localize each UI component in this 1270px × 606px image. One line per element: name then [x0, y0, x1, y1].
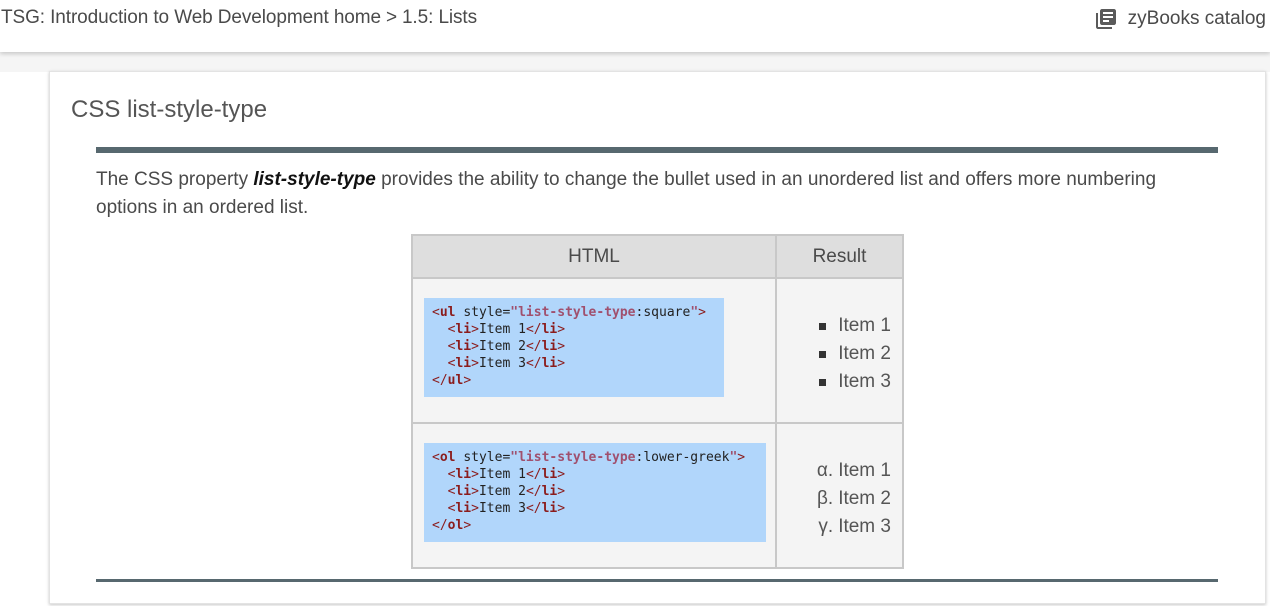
- square-list: Item 1 Item 2 Item 3: [778, 312, 901, 396]
- table-row: <ul style="list-style-type:square"> <li>…: [411, 277, 904, 424]
- list-item: Item 1: [778, 312, 901, 340]
- square-bullet-icon: [819, 350, 827, 358]
- list-marker: β.: [816, 488, 834, 509]
- greek-list: α. Item 1 β. Item 2 γ. Item 3: [778, 457, 901, 541]
- breadcrumb-current: 1.5: Lists: [401, 7, 478, 28]
- list-item: Item 3: [778, 368, 901, 396]
- html-code-cell: <ol style="list-style-type:lower-greek">…: [411, 422, 777, 569]
- html-code-cell: <ul style="list-style-type:square"> <li>…: [411, 277, 777, 424]
- list-marker: γ.: [818, 516, 834, 537]
- example-table: HTML Result <ul style="list-style-type:s…: [411, 234, 904, 569]
- section-title: CSS list-style-type: [71, 96, 268, 123]
- table-row: <ol style="list-style-type:lower-greek">…: [411, 422, 904, 569]
- breadcrumb-separator: >: [385, 7, 397, 28]
- bottom-divider: [96, 579, 1218, 582]
- code-block: <ol style="list-style-type:lower-greek">…: [424, 443, 766, 542]
- list-marker: α.: [816, 460, 834, 481]
- result-cell: Item 1 Item 2 Item 3: [775, 277, 904, 424]
- code-block: <ul style="list-style-type:square"> <li>…: [424, 298, 724, 397]
- list-item: Item 2: [778, 340, 901, 368]
- library-books-icon: [1094, 7, 1118, 31]
- keyword-list-style-type: list-style-type: [253, 169, 376, 190]
- column-header-html: HTML: [411, 234, 777, 279]
- list-item: α. Item 1: [778, 457, 901, 485]
- list-item: β. Item 2: [778, 485, 901, 513]
- content-card: CSS list-style-type The CSS property lis…: [49, 71, 1266, 604]
- top-divider: [96, 147, 1218, 153]
- top-bar: TSG: Introduction to Web Development hom…: [0, 0, 1270, 52]
- column-header-result: Result: [775, 234, 904, 279]
- result-cell: α. Item 1 β. Item 2 γ. Item 3: [775, 422, 904, 569]
- catalog-label: zyBooks catalog: [1127, 8, 1266, 29]
- breadcrumb: TSG: Introduction to Web Development hom…: [1, 7, 477, 29]
- square-bullet-icon: [819, 378, 827, 386]
- page-background-band: [0, 52, 1270, 72]
- table-header-row: HTML Result: [411, 234, 904, 279]
- list-item: γ. Item 3: [778, 513, 901, 541]
- zybooks-catalog-link[interactable]: zyBooks catalog: [1094, 5, 1266, 33]
- description-text: The CSS property list-style-type provide…: [96, 169, 1157, 218]
- breadcrumb-home-link[interactable]: TSG: Introduction to Web Development hom…: [1, 7, 381, 28]
- square-bullet-icon: [819, 322, 827, 330]
